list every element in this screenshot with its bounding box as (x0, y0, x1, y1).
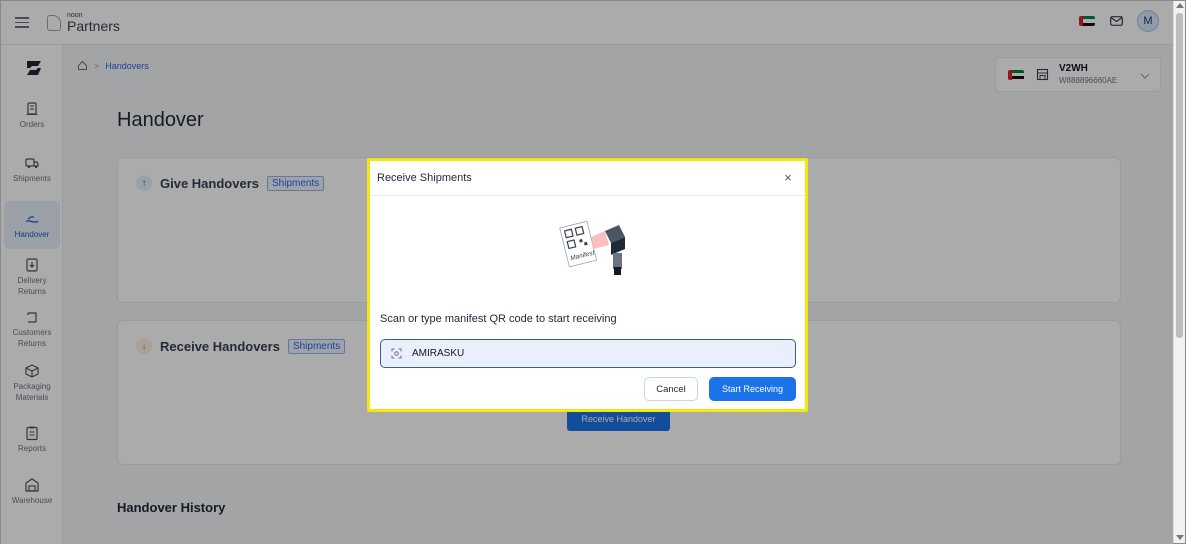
manifest-input-field[interactable] (380, 339, 796, 368)
cancel-button[interactable]: Cancel (644, 377, 698, 401)
start-receiving-button[interactable]: Start Receiving (709, 377, 796, 401)
close-icon[interactable]: × (781, 171, 795, 185)
scrollbar-thumb[interactable] (1176, 13, 1183, 338)
scan-icon (391, 348, 402, 359)
modal-title: Receive Shipments (377, 172, 472, 184)
scroll-up-arrow-icon[interactable] (1176, 3, 1184, 8)
modal-header: Receive Shipments × (370, 161, 805, 196)
qr-scanner-illustration: Manifest (559, 220, 625, 275)
manifest-qr-input[interactable] (412, 348, 782, 359)
scan-instruction-label: Scan or type manifest QR code to start r… (380, 313, 617, 325)
receive-shipments-modal: Receive Shipments × Manifest Scan or typ… (367, 158, 808, 412)
scroll-down-arrow-icon[interactable] (1176, 535, 1184, 540)
page-scrollbar[interactable] (1173, 1, 1185, 543)
